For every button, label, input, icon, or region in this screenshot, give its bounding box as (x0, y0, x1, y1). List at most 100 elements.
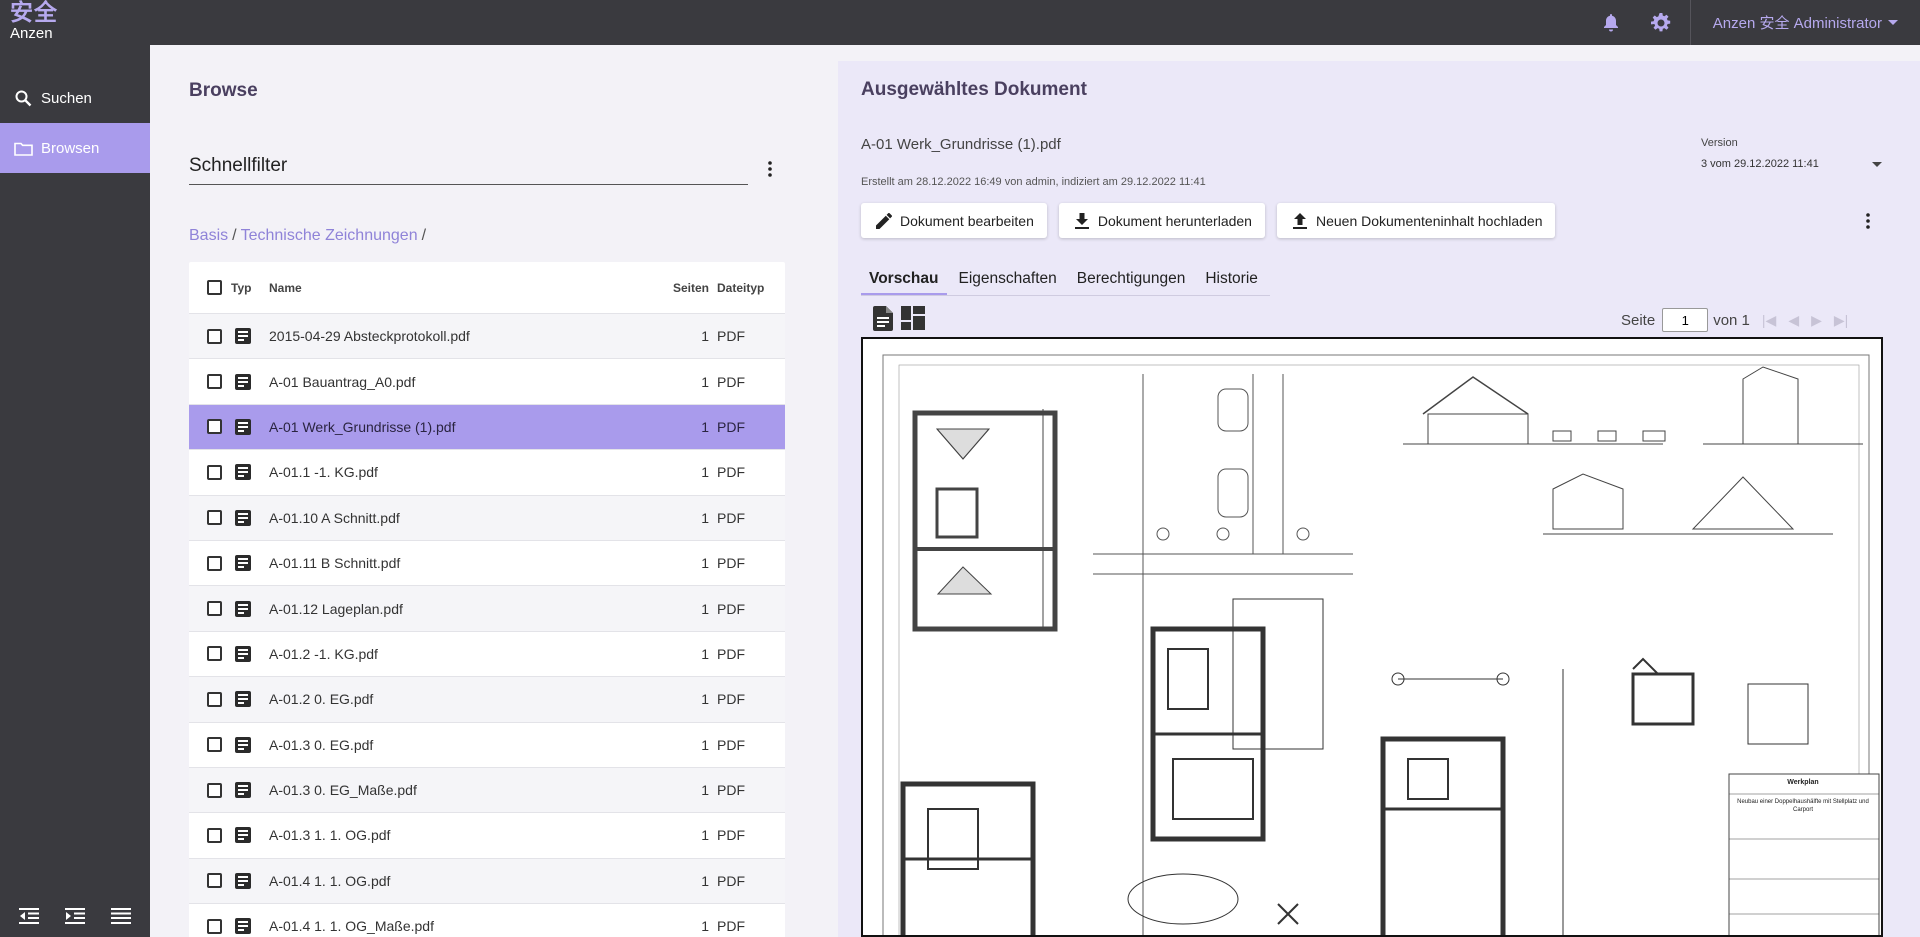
table-row[interactable]: A-01.2 -1. KG.pdf 1 PDF (189, 632, 785, 678)
sidebar: Suchen Browsen (0, 45, 150, 937)
table-header: Typ Name Seiten Dateityp (189, 262, 785, 314)
table-row[interactable]: A-01.4 1. 1. OG_Maße.pdf 1 PDF (189, 904, 785, 937)
file-type: PDF (717, 827, 745, 844)
file-type: PDF (717, 600, 745, 617)
breadcrumb-root[interactable]: Basis (189, 227, 228, 244)
quick-filter-input[interactable]: Schnellfilter (189, 150, 748, 185)
table-row[interactable]: A-01.3 0. EG_Maße.pdf 1 PDF (189, 767, 785, 814)
gear-icon[interactable] (1650, 12, 1672, 34)
row-checkbox[interactable] (206, 464, 222, 480)
tab-berechtigungen[interactable]: Berechtigungen (1069, 264, 1194, 295)
version-select[interactable]: 3 vom 29.12.2022 11:41 (1701, 158, 1819, 170)
row-checkbox[interactable] (206, 374, 222, 390)
collapse-sidebar-icon[interactable] (18, 905, 40, 927)
table-row[interactable]: A-01.11 B Schnitt.pdf 1 PDF (189, 541, 785, 587)
file-type: PDF (717, 464, 745, 481)
table-row[interactable]: A-01.12 Lageplan.pdf 1 PDF (189, 586, 785, 632)
first-page-icon[interactable]: |◀ (1762, 312, 1776, 329)
table-row[interactable]: A-01.3 0. EG.pdf 1 PDF (189, 723, 785, 768)
edit-document-button[interactable]: Dokument bearbeiten (861, 203, 1047, 238)
row-checkbox[interactable] (206, 827, 222, 843)
document-icon (235, 600, 251, 617)
row-checkbox[interactable] (206, 646, 222, 662)
page-label: Seite (1621, 311, 1656, 329)
logo-text: Anzen (10, 25, 53, 42)
expand-sidebar-icon[interactable] (64, 905, 86, 927)
floor-plan-drawing (882, 354, 1880, 935)
tab-historie[interactable]: Historie (1197, 264, 1266, 295)
table-row[interactable]: 2015-04-29 Absteckprotokoll.pdf 1 PDF (189, 314, 785, 360)
column-header-name[interactable]: Name (269, 281, 655, 295)
more-vert-icon[interactable] (760, 155, 780, 183)
breadcrumb: Basis / Technische Zeichnungen / (189, 227, 430, 245)
table-row[interactable]: A-01.3 1. 1. OG.pdf 1 PDF (189, 813, 785, 859)
column-header-filetype[interactable]: Dateityp (715, 281, 785, 295)
file-name: A-01.12 Lageplan.pdf (269, 600, 403, 617)
tab-vorschau[interactable]: Vorschau (861, 264, 947, 295)
table-row[interactable]: A-01.1 -1. KG.pdf 1 PDF (189, 450, 785, 496)
breadcrumb-folder[interactable]: Technische Zeichnungen (241, 227, 418, 244)
download-document-button[interactable]: Dokument herunterladen (1058, 203, 1265, 238)
upload-content-button[interactable]: Neuen Dokumenteninhalt hochladen (1276, 203, 1556, 238)
select-all-checkbox[interactable] (206, 280, 222, 295)
document-icon (235, 691, 251, 708)
file-name: A-01.4 1. 1. OG_Maße.pdf (269, 918, 434, 935)
version-dropdown-icon[interactable] (1872, 162, 1882, 167)
document-icon (235, 373, 251, 390)
upload-icon (1291, 212, 1309, 230)
grid-view-icon[interactable] (901, 305, 925, 331)
table-row[interactable]: A-01 Bauantrag_A0.pdf 1 PDF (189, 359, 785, 405)
download-icon (1073, 212, 1091, 230)
caret-down-icon (1888, 20, 1898, 25)
row-checkbox[interactable] (206, 419, 222, 435)
file-type: PDF (717, 555, 745, 572)
sidebar-item-label: Suchen (41, 89, 92, 107)
single-page-view-icon[interactable] (871, 305, 895, 331)
page-count: 1 (701, 736, 709, 753)
row-checkbox[interactable] (206, 737, 222, 753)
row-checkbox[interactable] (206, 328, 222, 344)
sidebar-item-suchen[interactable]: Suchen (0, 73, 150, 123)
row-checkbox[interactable] (206, 918, 222, 934)
row-checkbox[interactable] (206, 555, 222, 571)
more-vert-icon[interactable] (1858, 209, 1878, 233)
last-page-icon[interactable]: ▶| (1834, 312, 1848, 329)
version-label: Version (1701, 137, 1738, 149)
upload-content-label: Neuen Dokumenteninhalt hochladen (1315, 212, 1543, 229)
document-name: A-01 Werk_Grundrisse (1).pdf (861, 136, 1061, 153)
column-header-pages[interactable]: Seiten (655, 281, 715, 295)
prev-page-icon[interactable]: ◀ (1788, 312, 1799, 329)
row-checkbox[interactable] (206, 782, 222, 798)
file-type: PDF (717, 418, 745, 435)
next-page-icon[interactable]: ▶ (1811, 312, 1822, 329)
menu-lines-icon[interactable] (110, 905, 132, 927)
table-row[interactable]: A-01.10 A Schnitt.pdf 1 PDF (189, 495, 785, 541)
app-logo[interactable]: 安全 Anzen (10, 0, 58, 42)
user-menu[interactable]: Anzen 安全 Administrator (1713, 12, 1898, 33)
column-header-typ[interactable]: Typ (229, 281, 269, 295)
table-row[interactable]: A-01.4 1. 1. OG.pdf 1 PDF (189, 858, 785, 905)
table-row[interactable]: A-01 Werk_Grundrisse (1).pdf 1 PDF (189, 404, 785, 451)
sidebar-item-browsen[interactable]: Browsen (0, 123, 150, 173)
table-row[interactable]: A-01.2 0. EG.pdf 1 PDF (189, 677, 785, 723)
bell-icon[interactable] (1600, 12, 1622, 34)
row-checkbox[interactable] (206, 601, 222, 617)
tab-eigenschaften[interactable]: Eigenschaften (951, 264, 1065, 295)
logo-kanji: 安全 (10, 0, 58, 26)
file-type: PDF (717, 373, 745, 390)
sidebar-item-label: Browsen (41, 139, 100, 157)
row-checkbox[interactable] (206, 691, 222, 707)
breadcrumb-separator: / (232, 227, 237, 244)
document-icon (235, 555, 251, 572)
row-checkbox[interactable] (206, 873, 222, 889)
document-icon (235, 509, 251, 526)
detail-title: Ausgewähltes Dokument (861, 79, 1087, 100)
file-type: PDF (717, 645, 745, 662)
row-checkbox[interactable] (206, 510, 222, 526)
page-count: 1 (701, 918, 709, 935)
file-name: A-01 Werk_Grundrisse (1).pdf (269, 418, 456, 435)
page-number-input[interactable] (1662, 308, 1709, 332)
top-bar: 安全 Anzen Anzen 安全 Administrator (0, 0, 1920, 45)
file-name: A-01.1 -1. KG.pdf (269, 464, 378, 481)
document-icon (235, 328, 251, 345)
